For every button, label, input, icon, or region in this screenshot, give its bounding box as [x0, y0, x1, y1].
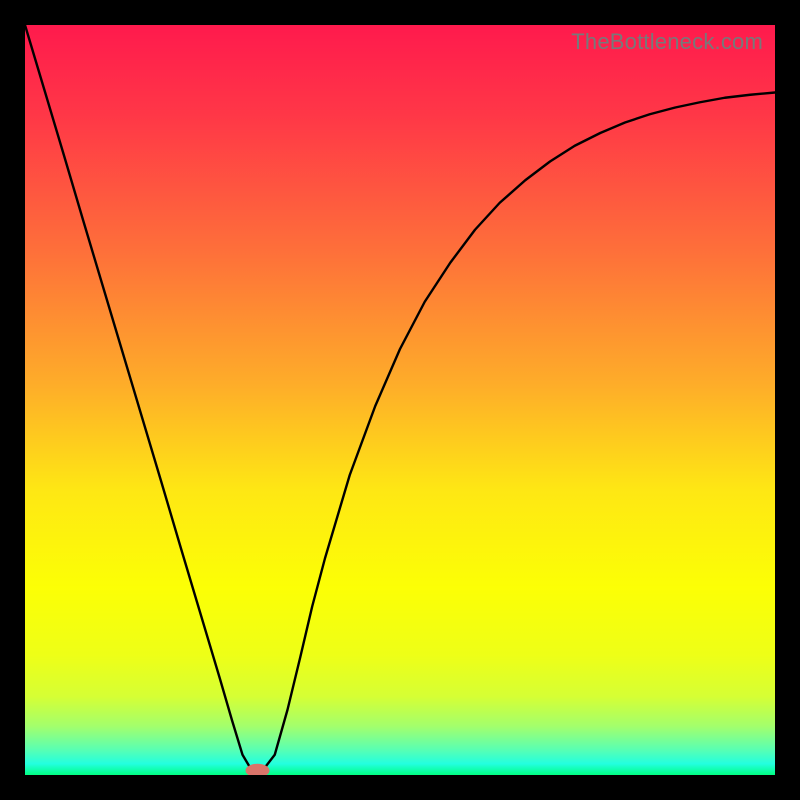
bottleneck-chart	[25, 25, 775, 775]
watermark-label: TheBottleneck.com	[571, 29, 763, 55]
chart-frame: TheBottleneck.com	[25, 25, 775, 775]
